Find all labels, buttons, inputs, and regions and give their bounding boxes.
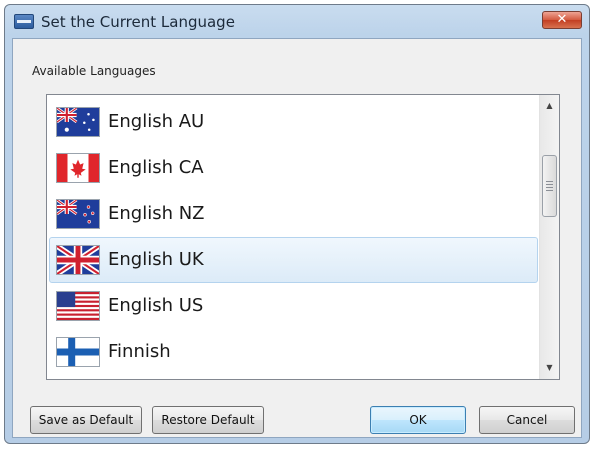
new-zealand-flag-icon [56, 199, 100, 229]
language-item-english-uk[interactable]: English UK [49, 237, 538, 283]
united-kingdom-flag-icon [56, 245, 100, 275]
language-item-english-ca[interactable]: English CA [49, 145, 538, 191]
language-label: Finnish [108, 341, 171, 362]
language-label: English NZ [108, 203, 205, 224]
finland-flag-icon [56, 337, 100, 367]
thumb-grip-line [546, 187, 553, 188]
language-label: English UK [108, 249, 204, 270]
language-label: English CA [108, 157, 204, 178]
thumb-grip-line [546, 184, 553, 185]
united-states-flag-icon [56, 291, 100, 321]
vertical-scrollbar[interactable]: ▲ ▼ [539, 95, 559, 379]
restore-default-button[interactable]: Restore Default [152, 406, 264, 434]
language-item-english-us[interactable]: English US [49, 283, 538, 329]
title-bar[interactable]: Set the Current Language ✕ [5, 5, 589, 39]
scroll-up-arrow-icon[interactable]: ▲ [540, 97, 559, 115]
australia-flag-icon [56, 107, 100, 137]
window-title: Set the Current Language [41, 13, 235, 31]
language-listbox[interactable]: English AU English CA English NZ English… [46, 94, 560, 380]
available-languages-label: Available Languages [32, 64, 156, 78]
thumb-grip-line [546, 190, 553, 191]
ok-button[interactable]: OK [370, 406, 466, 434]
app-icon [14, 14, 34, 29]
canada-flag-icon [56, 153, 100, 183]
scroll-down-arrow-icon[interactable]: ▼ [540, 359, 559, 377]
scroll-thumb[interactable] [542, 155, 557, 217]
close-icon: ✕ [556, 12, 568, 27]
language-item-english-nz[interactable]: English NZ [49, 191, 538, 237]
thumb-grip-line [546, 181, 553, 182]
language-label: English AU [108, 111, 205, 132]
cancel-button[interactable]: Cancel [479, 406, 575, 434]
language-item-english-au[interactable]: English AU [49, 99, 538, 145]
save-as-default-button[interactable]: Save as Default [30, 406, 142, 434]
language-label: English US [108, 295, 204, 316]
close-button[interactable]: ✕ [542, 11, 582, 29]
language-item-finnish[interactable]: Finnish [49, 329, 538, 375]
